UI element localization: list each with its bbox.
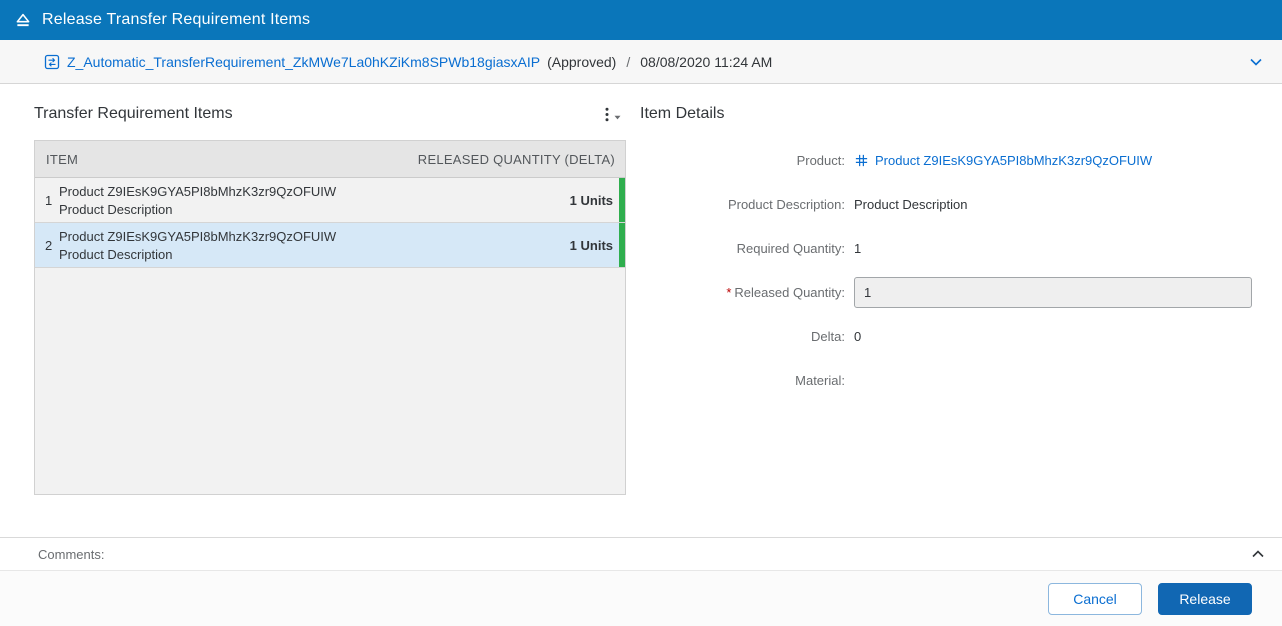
- dialog-title: Release Transfer Requirement Items: [42, 11, 310, 29]
- row-product-name: Product Z9IEsK9GYA5PI8bMhzK3zr9QzOFUIW: [59, 229, 562, 244]
- transfer-requirement-icon: [44, 54, 60, 70]
- required-quantity-value: 1: [854, 241, 1252, 256]
- overflow-menu-icon: [602, 106, 624, 123]
- material-label: Material:: [640, 373, 845, 388]
- row-index: 1: [35, 193, 59, 208]
- approval-status: (Approved): [547, 54, 616, 70]
- product-label: Product:: [640, 153, 845, 168]
- timestamp: 08/08/2020 11:24 AM: [640, 54, 772, 70]
- chevron-up-icon: [1250, 546, 1266, 562]
- required-quantity-label: Required Quantity:: [640, 241, 845, 256]
- item-details-title: Item Details: [640, 100, 1252, 128]
- product-icon: [854, 153, 869, 168]
- items-panel-header: Transfer Requirement Items: [34, 100, 626, 128]
- items-table: ITEM RELEASED QUANTITY (DELTA) 1 Product…: [34, 140, 626, 495]
- comments-bar: Comments:: [0, 537, 1282, 570]
- transfer-requirement-link[interactable]: Z_Automatic_TransferRequirement_ZkMWe7La…: [67, 54, 540, 70]
- shell-header: Release Transfer Requirement Items: [0, 0, 1282, 40]
- released-quantity-input[interactable]: [854, 277, 1252, 308]
- items-table-header: ITEM RELEASED QUANTITY (DELTA): [35, 141, 625, 178]
- row-status-strip: [619, 178, 625, 222]
- column-header-item: ITEM: [46, 152, 78, 167]
- product-field-row: Product: Product Z9IEsK9GYA5PI8bMhzK3zr9…: [640, 138, 1252, 182]
- column-header-released-quantity: RELEASED QUANTITY (DELTA): [418, 152, 615, 167]
- table-row[interactable]: 1 Product Z9IEsK9GYA5PI8bMhzK3zr9QzOFUIW…: [35, 178, 625, 223]
- required-marker: *: [726, 285, 731, 300]
- items-panel: Transfer Requirement Items ITEM: [34, 100, 626, 537]
- object-header: Z_Automatic_TransferRequirement_ZkMWe7La…: [0, 40, 1282, 84]
- released-quantity-field-row: *Released Quantity:: [640, 270, 1252, 314]
- comments-label: Comments:: [38, 547, 104, 562]
- row-status-strip: [619, 223, 625, 267]
- release-transfer-dialog: Release Transfer Requirement Items Z_Aut…: [0, 0, 1282, 626]
- items-panel-title: Transfer Requirement Items: [34, 105, 233, 123]
- chevron-down-icon: [1248, 54, 1264, 70]
- delta-label: Delta:: [640, 329, 845, 344]
- row-released-quantity: 1 Units: [570, 238, 613, 253]
- row-product-description: Product Description: [59, 247, 562, 262]
- product-link[interactable]: Product Z9IEsK9GYA5PI8bMhzK3zr9QzOFUIW: [875, 153, 1152, 168]
- table-settings-button[interactable]: [600, 104, 626, 125]
- breadcrumb-separator: /: [626, 54, 630, 70]
- main-content: Transfer Requirement Items ITEM: [0, 84, 1282, 537]
- row-product-name: Product Z9IEsK9GYA5PI8bMhzK3zr9QzOFUIW: [59, 184, 562, 199]
- product-description-value: Product Description: [854, 197, 1252, 212]
- delta-field-row: Delta: 0: [640, 314, 1252, 358]
- collapse-header-button[interactable]: [1246, 52, 1266, 72]
- material-field-row: Material:: [640, 358, 1252, 402]
- cancel-button[interactable]: Cancel: [1048, 583, 1142, 615]
- table-row[interactable]: 2 Product Z9IEsK9GYA5PI8bMhzK3zr9QzOFUIW…: [35, 223, 625, 268]
- product-description-label: Product Description:: [640, 197, 845, 212]
- row-product-description: Product Description: [59, 202, 562, 217]
- released-quantity-label: *Released Quantity:: [640, 285, 845, 300]
- footer-toolbar: Cancel Release: [0, 570, 1282, 626]
- release-eject-icon: [14, 11, 32, 29]
- release-button[interactable]: Release: [1158, 583, 1252, 615]
- delta-value: 0: [854, 329, 1252, 344]
- product-description-field-row: Product Description: Product Description: [640, 182, 1252, 226]
- row-index: 2: [35, 238, 59, 253]
- collapse-comments-button[interactable]: [1248, 544, 1268, 564]
- required-quantity-field-row: Required Quantity: 1: [640, 226, 1252, 270]
- item-details-panel: Item Details Product: Product Z9IEsK9GYA…: [626, 100, 1252, 537]
- row-released-quantity: 1 Units: [570, 193, 613, 208]
